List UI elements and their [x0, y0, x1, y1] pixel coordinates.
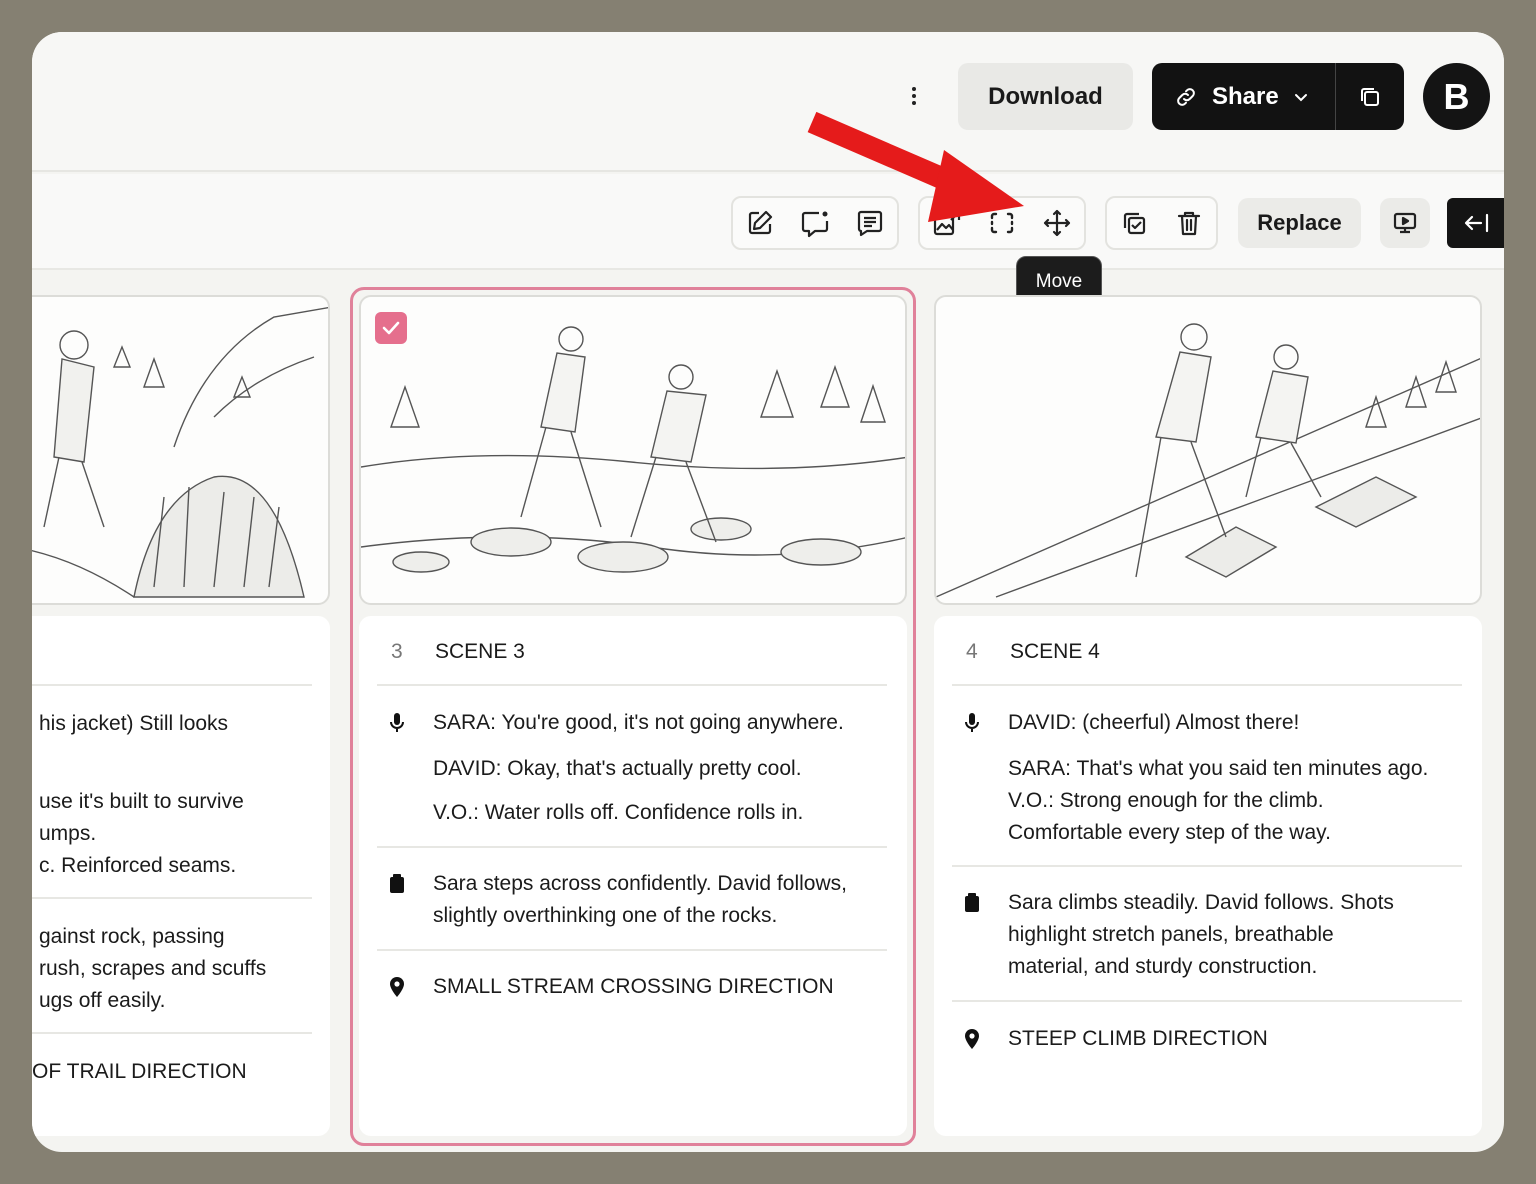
annotation-arrow: [807, 111, 1024, 222]
